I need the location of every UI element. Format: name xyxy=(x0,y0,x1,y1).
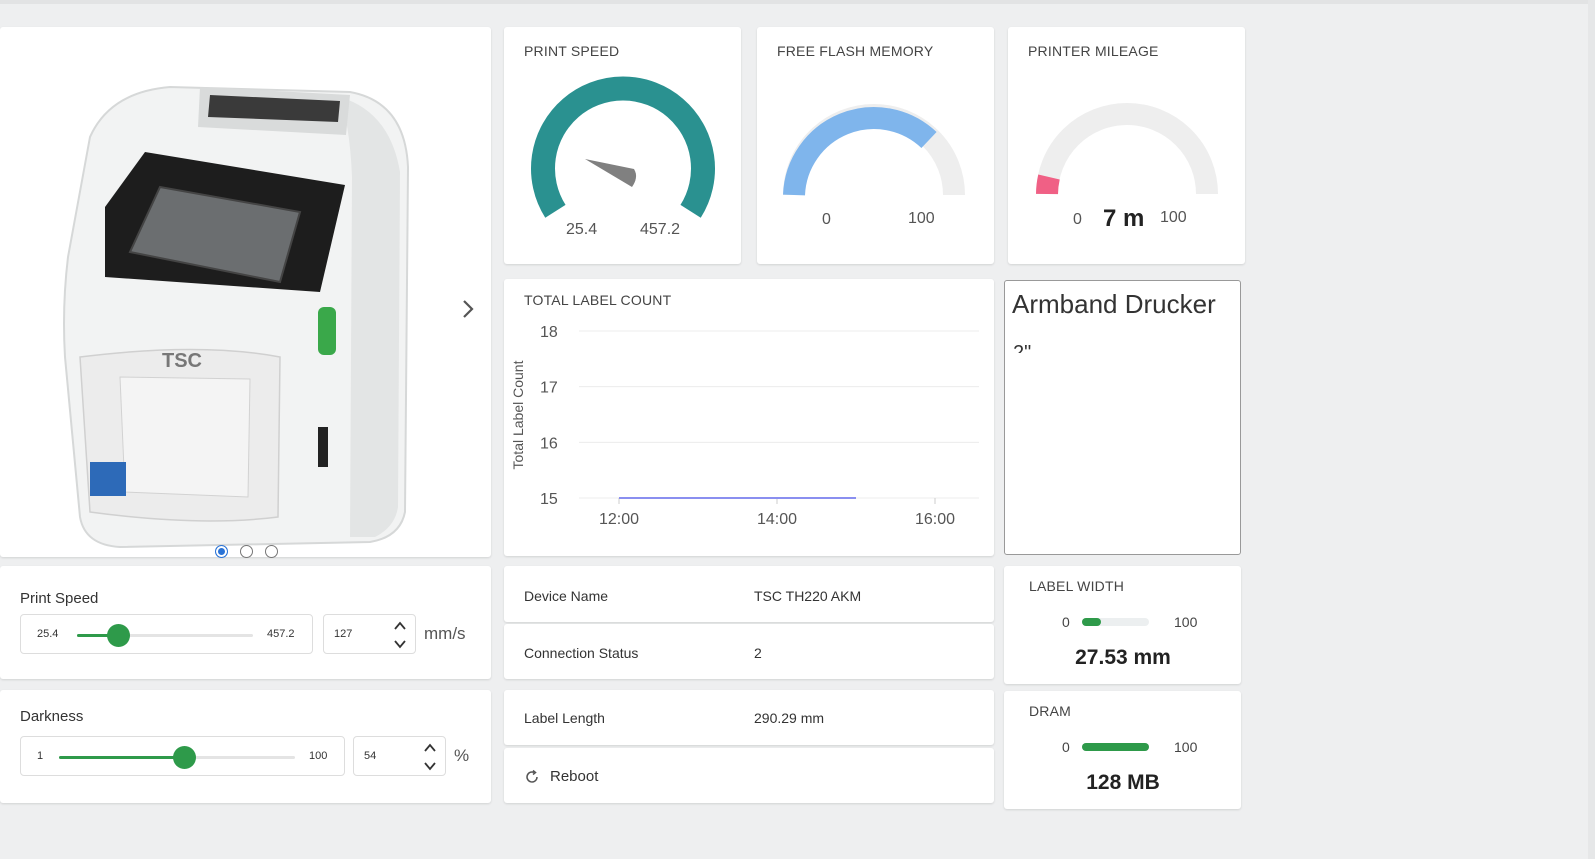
label-width-value: 27.53 mm xyxy=(1075,646,1171,669)
bar-min: 0 xyxy=(1062,739,1070,755)
printer-image: TSC xyxy=(63,85,410,549)
darkness-slider-card: Darkness 1 100 54 % xyxy=(0,690,491,803)
device-name-label: Device Name xyxy=(524,588,609,604)
mileage-value: 7 m xyxy=(1103,205,1145,232)
device-name-row: Device Name TSC TH220 AKM xyxy=(504,566,994,622)
slider-max: 457.2 xyxy=(267,628,295,640)
gauge-max: 100 xyxy=(908,210,935,227)
darkness-value[interactable]: 54 xyxy=(364,750,414,762)
print-speed-card: PRINT SPEED 25.4 457.2 xyxy=(504,27,741,264)
y-tick-label: 15 xyxy=(540,491,558,508)
label-width-bar xyxy=(1082,618,1149,626)
unit-label: % xyxy=(454,746,470,765)
connection-status-label: Connection Status xyxy=(524,645,639,661)
reboot-button[interactable]: Reboot xyxy=(524,768,598,785)
device-name-value: TSC TH220 AKM xyxy=(754,588,862,604)
dram-card: DRAM 0 100 128 MB xyxy=(1004,691,1241,809)
chevron-up-icon[interactable] xyxy=(423,741,437,755)
gauge-min: 0 xyxy=(1073,211,1082,228)
slider-track[interactable] xyxy=(59,746,295,769)
flash-gauge xyxy=(783,104,965,196)
gauge-min: 0 xyxy=(822,211,831,228)
bar-fill xyxy=(1082,743,1149,751)
y-tick-label: 16 xyxy=(540,435,558,452)
mileage-gauge-track xyxy=(1036,103,1218,195)
carousel-dots xyxy=(215,545,278,558)
carousel-dot-2[interactable] xyxy=(240,545,253,558)
label-length-row: Label Length 290.29 mm xyxy=(504,690,994,745)
darkness-stepper[interactable]: 54 xyxy=(353,736,446,776)
carousel-dot-1[interactable] xyxy=(215,545,228,558)
chevron-down-icon[interactable] xyxy=(393,637,407,651)
slider-thumb[interactable] xyxy=(107,624,131,647)
card-title: LABEL WIDTH xyxy=(1029,578,1125,594)
free-flash-memory-card: FREE FLASH MEMORY 0 100 xyxy=(757,27,994,264)
printer-title: Armband Drucker xyxy=(1012,289,1216,319)
slider-title: Darkness xyxy=(20,708,84,725)
y-axis-label: Total Label Count xyxy=(510,360,526,469)
printer-subtitle: 2" xyxy=(1013,342,1032,353)
bar-max: 100 xyxy=(1174,739,1198,755)
slider-min: 25.4 xyxy=(37,628,59,640)
speed-gauge xyxy=(531,76,715,218)
refresh-icon xyxy=(526,769,538,783)
slider-max: 100 xyxy=(309,750,328,762)
flash-gauge-fill xyxy=(783,107,937,196)
bar-max: 100 xyxy=(1174,614,1198,630)
printer-image-carousel: TSC xyxy=(0,27,491,557)
top-strip xyxy=(0,0,1595,4)
total-label-count-card: TOTAL LABEL COUNT 18 17 16 15 12:00 14:00 16:0… xyxy=(504,279,994,556)
chevron-up-icon[interactable] xyxy=(393,619,407,633)
y-tick-label: 17 xyxy=(540,380,558,397)
label-width-card: LABEL WIDTH 0 100 27.53 mm xyxy=(1004,566,1241,684)
chevron-right-icon[interactable] xyxy=(458,297,478,321)
label-length-value: 290.29 mm xyxy=(754,710,825,726)
slider-min: 1 xyxy=(37,750,44,762)
scrollbar[interactable] xyxy=(1588,0,1595,859)
bar-min: 0 xyxy=(1062,614,1070,630)
reboot-label: Reboot xyxy=(550,768,599,785)
print-speed-slider: 25.4 457.2 xyxy=(20,614,313,654)
slider-title: Print Speed xyxy=(20,590,99,607)
slider-track[interactable] xyxy=(77,624,253,647)
connection-status-row: Connection Status 2 xyxy=(504,624,994,679)
print-speed-value[interactable]: 127 xyxy=(334,628,384,640)
svg-text:TSC: TSC xyxy=(162,350,202,372)
dram-bar xyxy=(1082,743,1149,751)
printer-mileage-card: PRINTER MILEAGE 0 7 m 100 xyxy=(1008,27,1245,264)
connection-status-value: 2 xyxy=(754,645,762,661)
dram-value: 128 MB xyxy=(1086,771,1160,794)
slider-thumb[interactable] xyxy=(173,746,197,769)
gauge-max: 100 xyxy=(1160,209,1187,226)
x-tick-label: 12:00 xyxy=(599,511,639,528)
x-tick-label: 16:00 xyxy=(915,511,955,528)
label-count-chart: 18 17 16 15 12:00 14:00 16:00 Total Label Count xyxy=(510,324,979,528)
print-speed-slider-card: Print Speed 25.4 457.2 127 mm/s xyxy=(0,566,491,679)
gauge-min: 25.4 xyxy=(566,221,598,238)
gauge-max: 457.2 xyxy=(640,221,681,238)
carousel-dot-3[interactable] xyxy=(265,545,278,558)
print-speed-stepper[interactable]: 127 xyxy=(323,614,416,654)
reboot-row: Reboot xyxy=(504,748,994,803)
label-length-label: Label Length xyxy=(524,710,605,726)
x-tick-label: 14:00 xyxy=(757,511,797,528)
speed-gauge-needle xyxy=(585,159,637,187)
unit-label: mm/s xyxy=(424,624,466,643)
printer-description-card: Armband Drucker 2" xyxy=(1004,280,1241,555)
y-tick-label: 18 xyxy=(540,324,558,341)
darkness-slider: 1 100 xyxy=(20,736,345,776)
bar-fill xyxy=(1082,618,1101,626)
chevron-down-icon[interactable] xyxy=(423,759,437,773)
card-title: DRAM xyxy=(1029,703,1072,719)
speed-gauge-arc xyxy=(531,76,715,218)
mileage-gauge-fill xyxy=(1036,174,1060,195)
slider-fill xyxy=(59,756,185,759)
